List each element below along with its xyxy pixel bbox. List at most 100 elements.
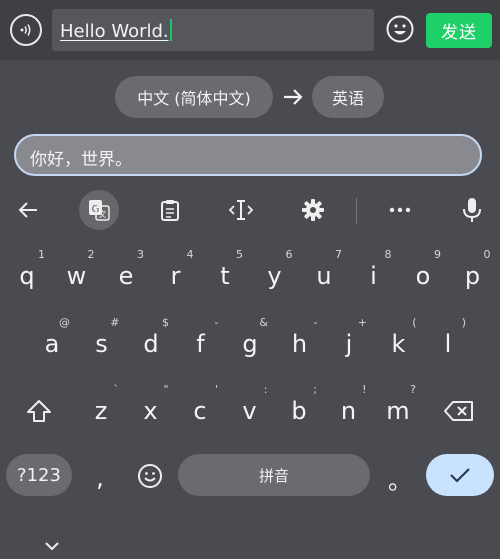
emoji-key[interactable]	[126, 450, 174, 502]
back-button[interactable]	[14, 196, 42, 224]
voice-input-button[interactable]	[10, 14, 42, 46]
key-hint: +	[357, 316, 367, 329]
key-i[interactable]: i8	[350, 248, 398, 302]
key-hint: "	[163, 383, 169, 396]
key-q[interactable]: q1	[3, 248, 51, 302]
key-letter: w	[66, 262, 87, 290]
key-hint: )	[461, 316, 466, 329]
key-letter: h	[291, 330, 308, 358]
key-t[interactable]: t5	[201, 248, 249, 302]
key-letter: e	[118, 262, 134, 290]
key-c[interactable]: c '	[176, 383, 224, 437]
key-d[interactable]: d $	[127, 316, 175, 370]
target-language-button[interactable]: 英语	[312, 76, 384, 118]
key-s[interactable]: s #	[78, 316, 126, 370]
key-x[interactable]: x "	[127, 383, 175, 437]
translate-icon: G 文	[85, 196, 113, 224]
key-hint: '	[214, 383, 218, 396]
key-hint: `	[113, 383, 120, 396]
key-v[interactable]: v:	[226, 383, 274, 437]
key-hint: 8	[384, 248, 392, 261]
translate-input[interactable]: 你好，世界。	[14, 134, 482, 176]
key-h[interactable]: h-	[276, 316, 324, 370]
key-f[interactable]: f-	[177, 316, 225, 370]
key-letter: r	[170, 262, 181, 290]
clipboard-button[interactable]	[156, 196, 184, 224]
key-g[interactable]: g &	[226, 316, 274, 370]
key-hint: &	[259, 316, 268, 329]
key-hint: 0	[483, 248, 491, 261]
key-letter: m	[386, 397, 410, 425]
source-language-button[interactable]: 中文 (简体中文)	[115, 76, 273, 118]
translate-input-text: 你好，世界。	[30, 150, 132, 170]
message-input[interactable]: Hello World.	[52, 9, 374, 51]
key-letter: b	[291, 397, 307, 425]
key-hint: #	[110, 316, 120, 329]
key-letter: t	[220, 262, 230, 290]
key-z[interactable]: z `	[77, 383, 125, 437]
key-j[interactable]: j +	[325, 316, 373, 370]
key-p[interactable]: p0	[449, 248, 497, 302]
settings-button[interactable]	[299, 196, 327, 224]
more-dots-icon	[389, 207, 411, 213]
svg-text:文: 文	[99, 209, 107, 219]
smiley-icon	[386, 15, 414, 43]
key-n[interactable]: n!	[325, 383, 373, 437]
key-l[interactable]: l)	[424, 316, 472, 370]
symbols-key[interactable]: ?123	[6, 454, 72, 496]
period-key[interactable]: 。	[376, 452, 424, 504]
key-hint: $	[162, 316, 169, 329]
space-key[interactable]: 拼音	[178, 454, 370, 496]
key-o[interactable]: o9	[399, 248, 447, 302]
checkmark-icon	[450, 468, 470, 483]
text-editing-button[interactable]	[227, 196, 255, 224]
key-letter: c	[193, 397, 207, 425]
key-letter: d	[143, 330, 159, 358]
key-u[interactable]: u7	[300, 248, 348, 302]
arrow-left-icon	[18, 202, 37, 218]
microphone-button[interactable]	[458, 196, 486, 224]
key-hint: !	[362, 383, 367, 396]
key-letter: q	[19, 262, 35, 290]
key-hint: 4	[186, 248, 194, 261]
backspace-key[interactable]	[435, 385, 483, 437]
more-button[interactable]	[386, 196, 414, 224]
key-b[interactable]: b;	[275, 383, 323, 437]
shift-arrow-icon	[27, 400, 51, 422]
key-letter: o	[415, 262, 431, 290]
key-letter: p	[464, 262, 481, 290]
clipboard-icon	[161, 200, 179, 221]
text-cursor-icon	[228, 200, 254, 220]
key-m[interactable]: m?	[374, 383, 422, 437]
enter-key[interactable]	[426, 454, 494, 496]
arrow-right-icon	[280, 84, 306, 110]
shift-key[interactable]	[15, 385, 63, 437]
key-letter: k	[391, 330, 406, 358]
key-hint: ?	[410, 383, 416, 396]
key-e[interactable]: e3	[102, 248, 150, 302]
key-r[interactable]: r4	[152, 248, 200, 302]
key-hint: :	[263, 383, 268, 396]
key-hint: 5	[236, 248, 243, 261]
key-k[interactable]: k(	[375, 316, 423, 370]
key-y[interactable]: y6	[251, 248, 299, 302]
key-a[interactable]: a @	[28, 316, 76, 370]
key-hint: 9	[434, 248, 441, 261]
emoji-button[interactable]	[386, 15, 414, 43]
key-letter: v	[242, 397, 257, 425]
comma-key[interactable]: ,	[76, 452, 124, 504]
key-letter: g	[242, 330, 258, 358]
collapse-keyboard-button[interactable]	[44, 536, 60, 555]
key-hint: (	[412, 316, 417, 329]
sound-wave-icon	[20, 24, 31, 36]
key-hint: 2	[87, 248, 95, 261]
send-button[interactable]: 发送	[426, 13, 492, 48]
key-w[interactable]: w2	[53, 248, 101, 302]
key-hint: 7	[335, 248, 342, 261]
microphone-icon	[463, 198, 481, 222]
backspace-icon	[444, 401, 473, 421]
key-letter: u	[316, 262, 332, 290]
key-letter: i	[370, 262, 377, 290]
key-letter: l	[444, 330, 452, 358]
key-hint: ;	[313, 383, 317, 396]
